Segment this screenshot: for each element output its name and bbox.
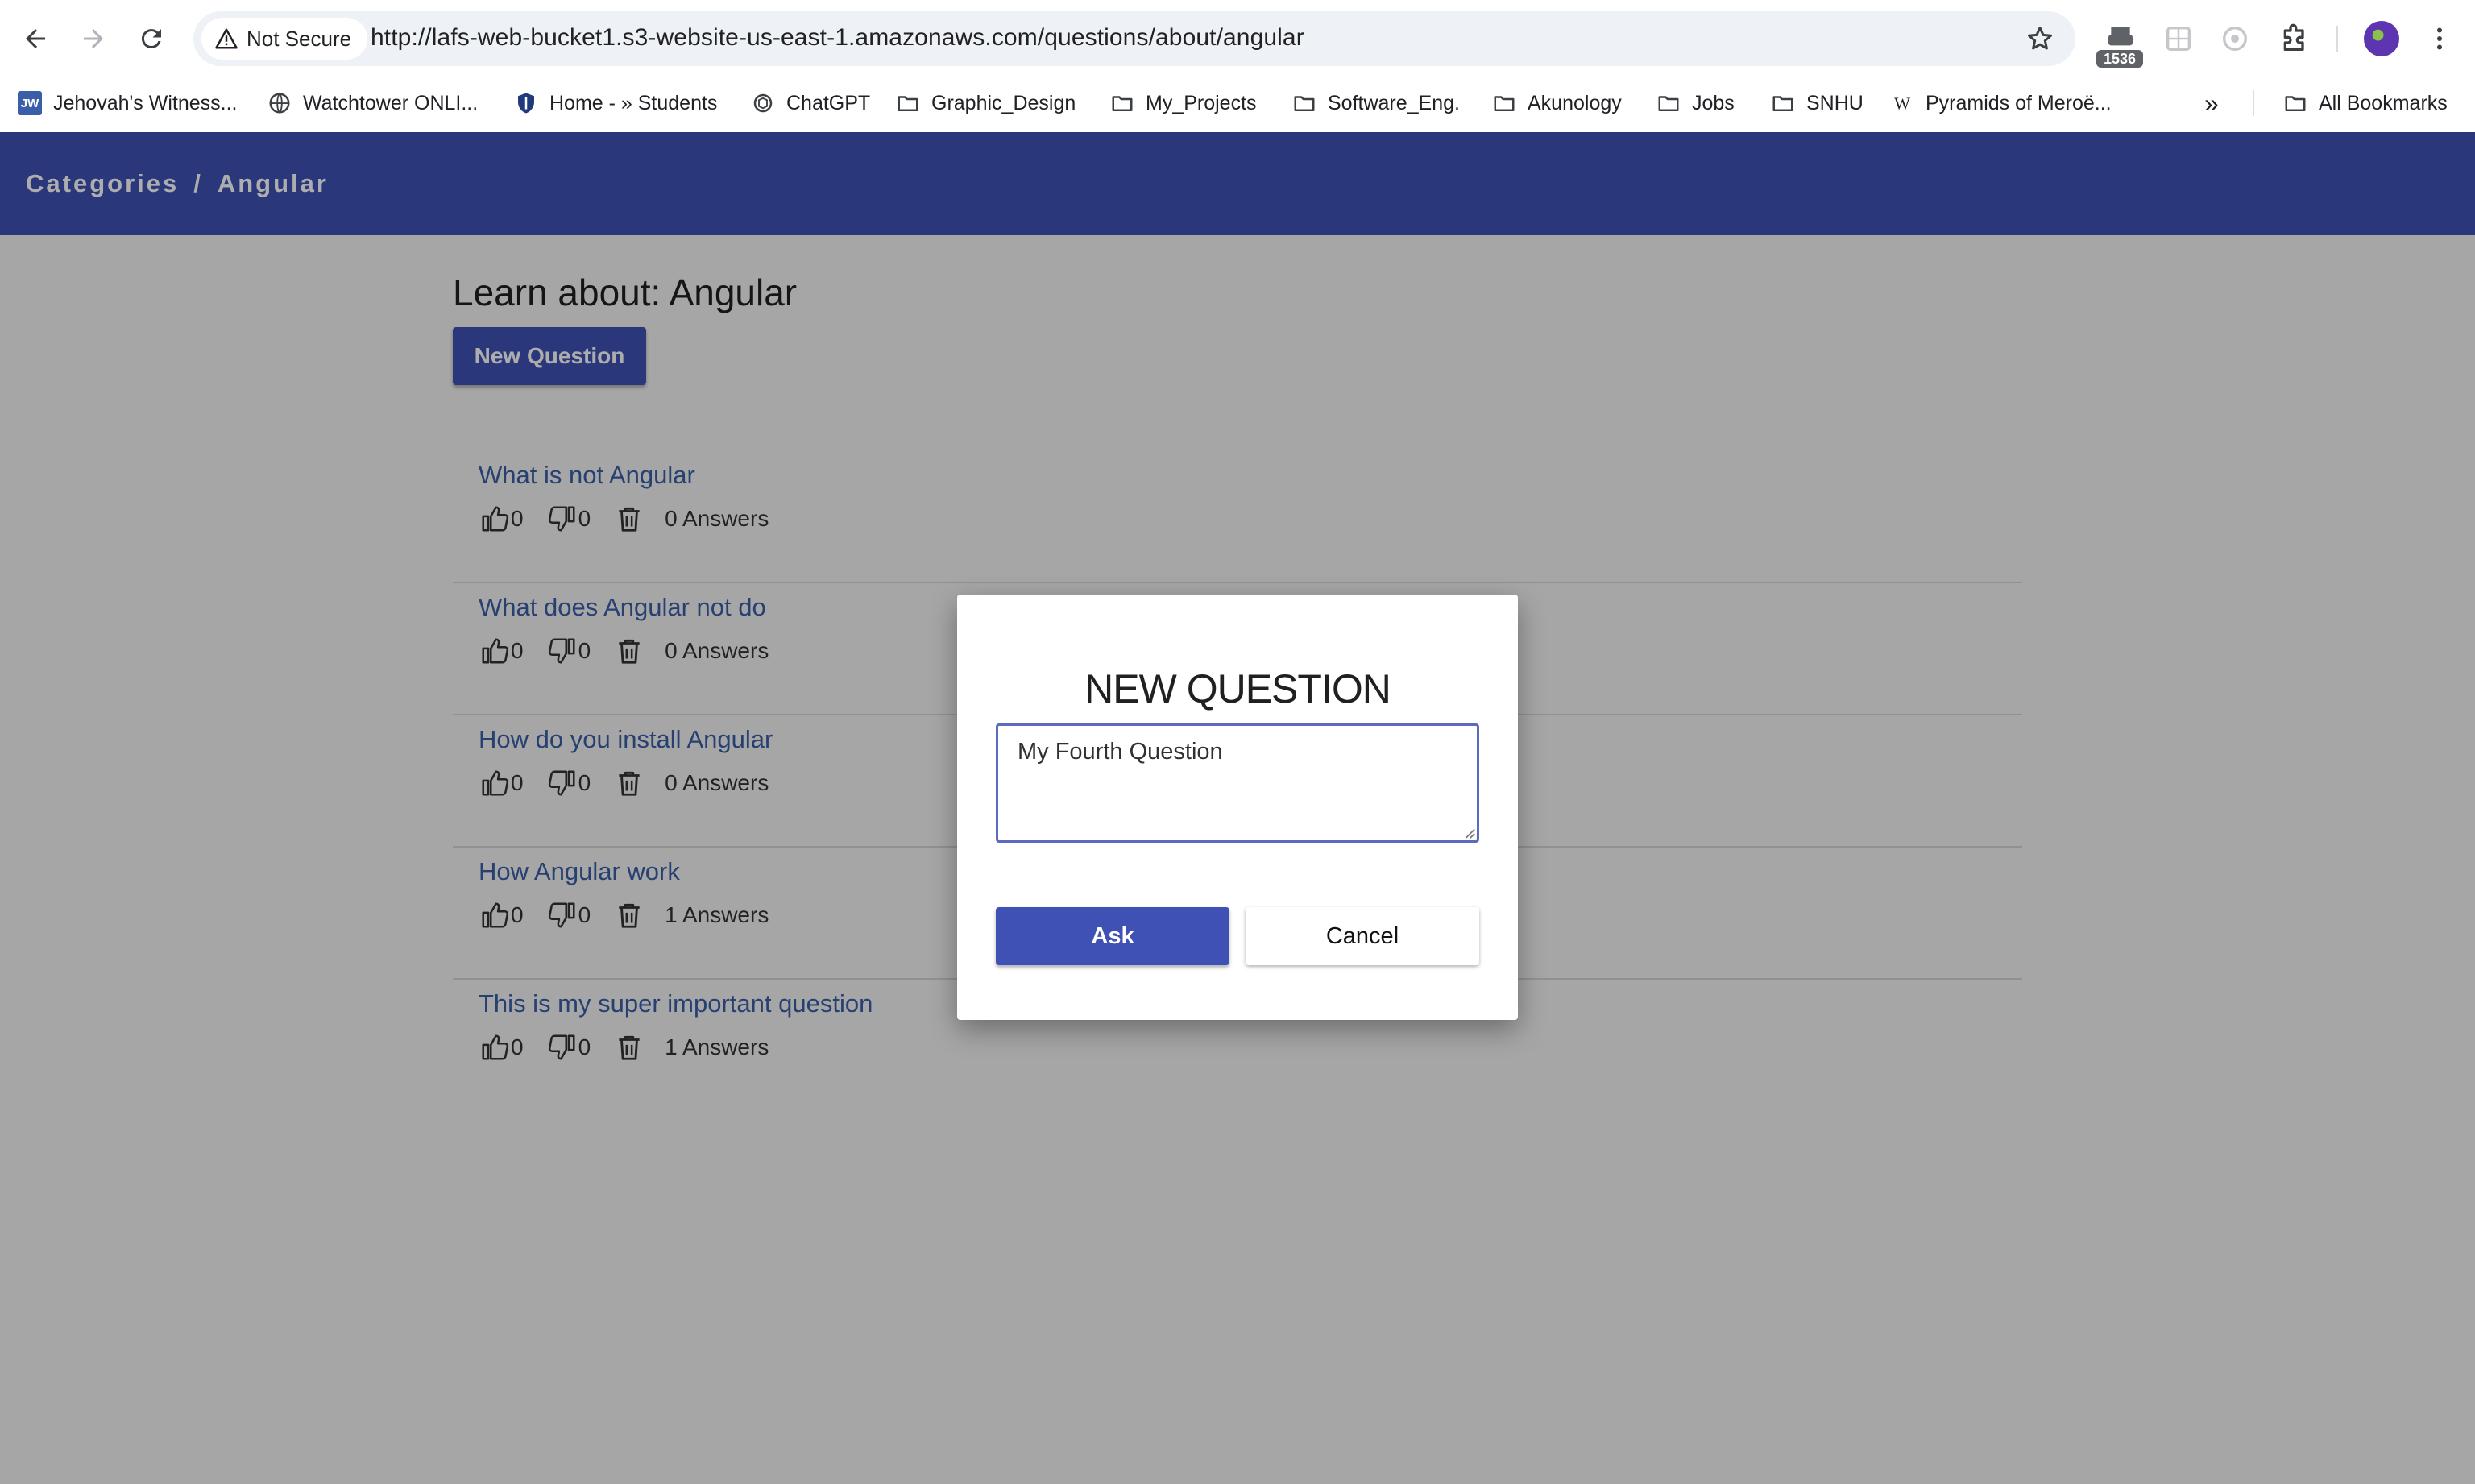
bookmark-item[interactable]: Akunology	[1492, 87, 1622, 119]
bookmark-item[interactable]: Software_Eng.	[1292, 87, 1460, 119]
bookmark-label: Home - » Students	[549, 91, 718, 114]
forward-button[interactable]	[71, 16, 116, 61]
folder-icon	[1492, 91, 1516, 115]
reload-icon	[141, 29, 161, 49]
all-bookmarks-button[interactable]: All Bookmarks	[2283, 87, 2448, 119]
bookmarks-overflow-button[interactable]: »	[2204, 87, 2219, 119]
profile-avatar[interactable]	[2364, 21, 2399, 56]
bookmark-item[interactable]: Home - » Students	[514, 87, 717, 119]
bookmark-label: My_Projects	[1146, 91, 1257, 114]
folder-icon	[1292, 91, 1316, 115]
warning-triangle-icon	[215, 28, 238, 49]
bookmark-label: Pyramids of Meroë...	[1926, 91, 2112, 114]
extension-badge: 1536	[2096, 50, 2143, 68]
bookmark-item[interactable]: W Pyramids of Meroë...	[1890, 87, 2112, 119]
chatgpt-icon	[751, 91, 775, 115]
back-button[interactable]	[13, 16, 58, 61]
bookmark-item[interactable]: ChatGPT	[751, 87, 870, 119]
bookmark-label: Jehovah's Witness...	[53, 91, 238, 114]
new-question-dialog: NEW QUESTION Ask Cancel	[957, 595, 1518, 1020]
ask-button[interactable]: Ask	[996, 907, 1229, 965]
bookmark-item[interactable]: Graphic_Design	[896, 87, 1076, 119]
bookmark-label: Akunology	[1528, 91, 1622, 114]
toolbar-separator	[2336, 26, 2338, 52]
bookmark-item[interactable]: JW Jehovah's Witness...	[18, 87, 237, 119]
browser-chrome: Not Secure http://lafs-web-bucket1.s3-we…	[0, 0, 2475, 132]
bookmark-star-button[interactable]	[2024, 23, 2056, 55]
globe-icon	[267, 91, 292, 115]
extension-grid-button[interactable]	[2156, 16, 2201, 61]
security-indicator[interactable]: Not Secure	[201, 18, 368, 60]
svg-text:W: W	[1894, 94, 1911, 114]
browser-menu-button[interactable]	[2417, 16, 2462, 61]
folder-icon	[1656, 91, 1681, 115]
security-label: Not Secure	[247, 26, 352, 51]
bookmark-item[interactable]: Watchtower ONLI...	[267, 87, 478, 119]
bookmark-label: Graphic_Design	[931, 91, 1076, 114]
url-text[interactable]: http://lafs-web-bucket1.s3-website-us-ea…	[371, 24, 1304, 52]
bookmark-label: ChatGPT	[786, 91, 871, 114]
kebab-menu-icon	[2437, 27, 2442, 50]
shield-icon	[514, 91, 538, 115]
forward-arrow-icon	[84, 29, 103, 48]
address-bar[interactable]: Not Secure http://lafs-web-bucket1.s3-we…	[193, 11, 2075, 66]
back-arrow-icon	[26, 29, 45, 48]
bookmark-label: Jobs	[1692, 91, 1735, 114]
extensions-menu-button[interactable]	[2272, 16, 2317, 61]
reload-button[interactable]	[129, 16, 174, 61]
jw-icon: JW	[18, 91, 42, 115]
bookmark-item[interactable]: My_Projects	[1110, 87, 1257, 119]
bookmark-label: Software_Eng.	[1328, 91, 1460, 114]
wikipedia-icon: W	[1890, 91, 1914, 115]
question-input[interactable]	[996, 723, 1479, 843]
folder-icon	[896, 91, 920, 115]
grid-extension-icon	[2166, 27, 2191, 51]
resize-grip-icon[interactable]	[1461, 825, 1476, 839]
cancel-button[interactable]: Cancel	[1246, 907, 1479, 965]
dialog-title: NEW QUESTION	[1084, 666, 1391, 711]
star-icon	[2028, 27, 2052, 50]
folder-icon	[1110, 91, 1134, 115]
folder-icon	[1771, 91, 1795, 115]
all-bookmarks-label: All Bookmarks	[2319, 91, 2448, 114]
bookmarks-bar: JW Jehovah's Witness... Watchtower ONLI...…	[0, 81, 2475, 126]
bookmarks-separator	[2253, 90, 2254, 116]
dial-extension-icon	[2223, 27, 2247, 51]
bookmark-label: Watchtower ONLI...	[303, 91, 479, 114]
folder-icon	[2283, 91, 2307, 115]
browser-toolbar: Not Secure http://lafs-web-bucket1.s3-we…	[0, 0, 2475, 77]
extension-dial-button[interactable]	[2212, 16, 2257, 61]
puzzle-icon	[2283, 23, 2304, 51]
bookmark-item[interactable]: SNHU	[1771, 87, 1864, 119]
bookmark-label: SNHU	[1806, 91, 1864, 114]
bookmark-item[interactable]: Jobs	[1656, 87, 1735, 119]
